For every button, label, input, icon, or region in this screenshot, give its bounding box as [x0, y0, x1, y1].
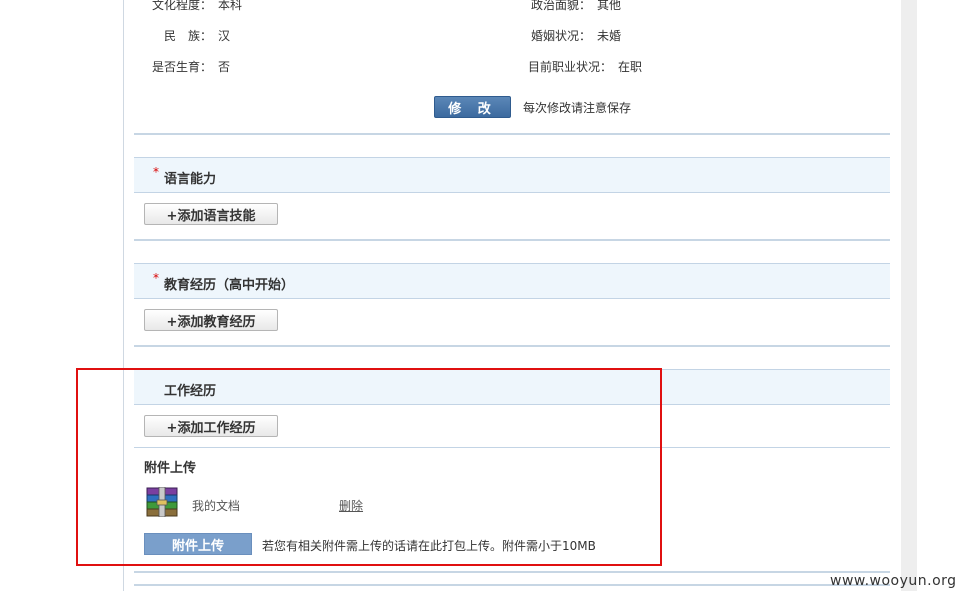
- childbirth-value: 否: [218, 60, 231, 74]
- ethnicity-row: 民 族： 汉: [164, 27, 230, 44]
- section-divider: [134, 133, 890, 135]
- save-reminder-text: 每次修改请注意保存: [523, 101, 632, 115]
- education-level-row: 文化程度： 本科: [152, 0, 242, 13]
- required-mark: *: [153, 165, 159, 179]
- education-level-value: 本科: [218, 0, 243, 12]
- highlight-annotation-box: [76, 368, 662, 566]
- modify-button[interactable]: 修 改: [434, 96, 511, 118]
- section-divider: [134, 571, 890, 573]
- employment-status-row: 目前职业状况： 在职: [528, 58, 642, 75]
- section-divider: [134, 239, 890, 241]
- required-mark: *: [153, 271, 159, 285]
- childbirth-row: 是否生育： 否: [152, 58, 230, 75]
- language-section-header: * 语言能力: [134, 157, 890, 193]
- ethnicity-value: 汉: [218, 29, 231, 43]
- employment-status-value: 在职: [618, 60, 643, 74]
- language-section-title: 语言能力: [164, 172, 217, 187]
- marital-status-value: 未婚: [597, 29, 622, 43]
- education-section-title: 教育经历（高中开始）: [164, 278, 295, 293]
- add-education-button[interactable]: +添加教育经历: [144, 309, 278, 331]
- political-status-row: 政治面貌： 其他: [531, 0, 621, 13]
- section-divider: [134, 345, 890, 347]
- political-status-label: 政治面貌：: [531, 0, 592, 12]
- employment-status-label: 目前职业状况：: [528, 60, 613, 74]
- ethnicity-label: 民 族：: [164, 29, 213, 43]
- education-level-label: 文化程度：: [152, 0, 213, 12]
- political-status-value: 其他: [597, 0, 622, 12]
- childbirth-label: 是否生育：: [152, 60, 213, 74]
- marital-status-row: 婚姻状况： 未婚: [531, 27, 621, 44]
- marital-status-label: 婚姻状况：: [531, 29, 592, 43]
- watermark: www.wooyun.org: [830, 573, 957, 589]
- section-divider: [134, 584, 890, 586]
- add-language-button[interactable]: +添加语言技能: [144, 203, 278, 225]
- scrollbar[interactable]: [901, 0, 917, 591]
- education-section-header: * 教育经历（高中开始）: [134, 263, 890, 299]
